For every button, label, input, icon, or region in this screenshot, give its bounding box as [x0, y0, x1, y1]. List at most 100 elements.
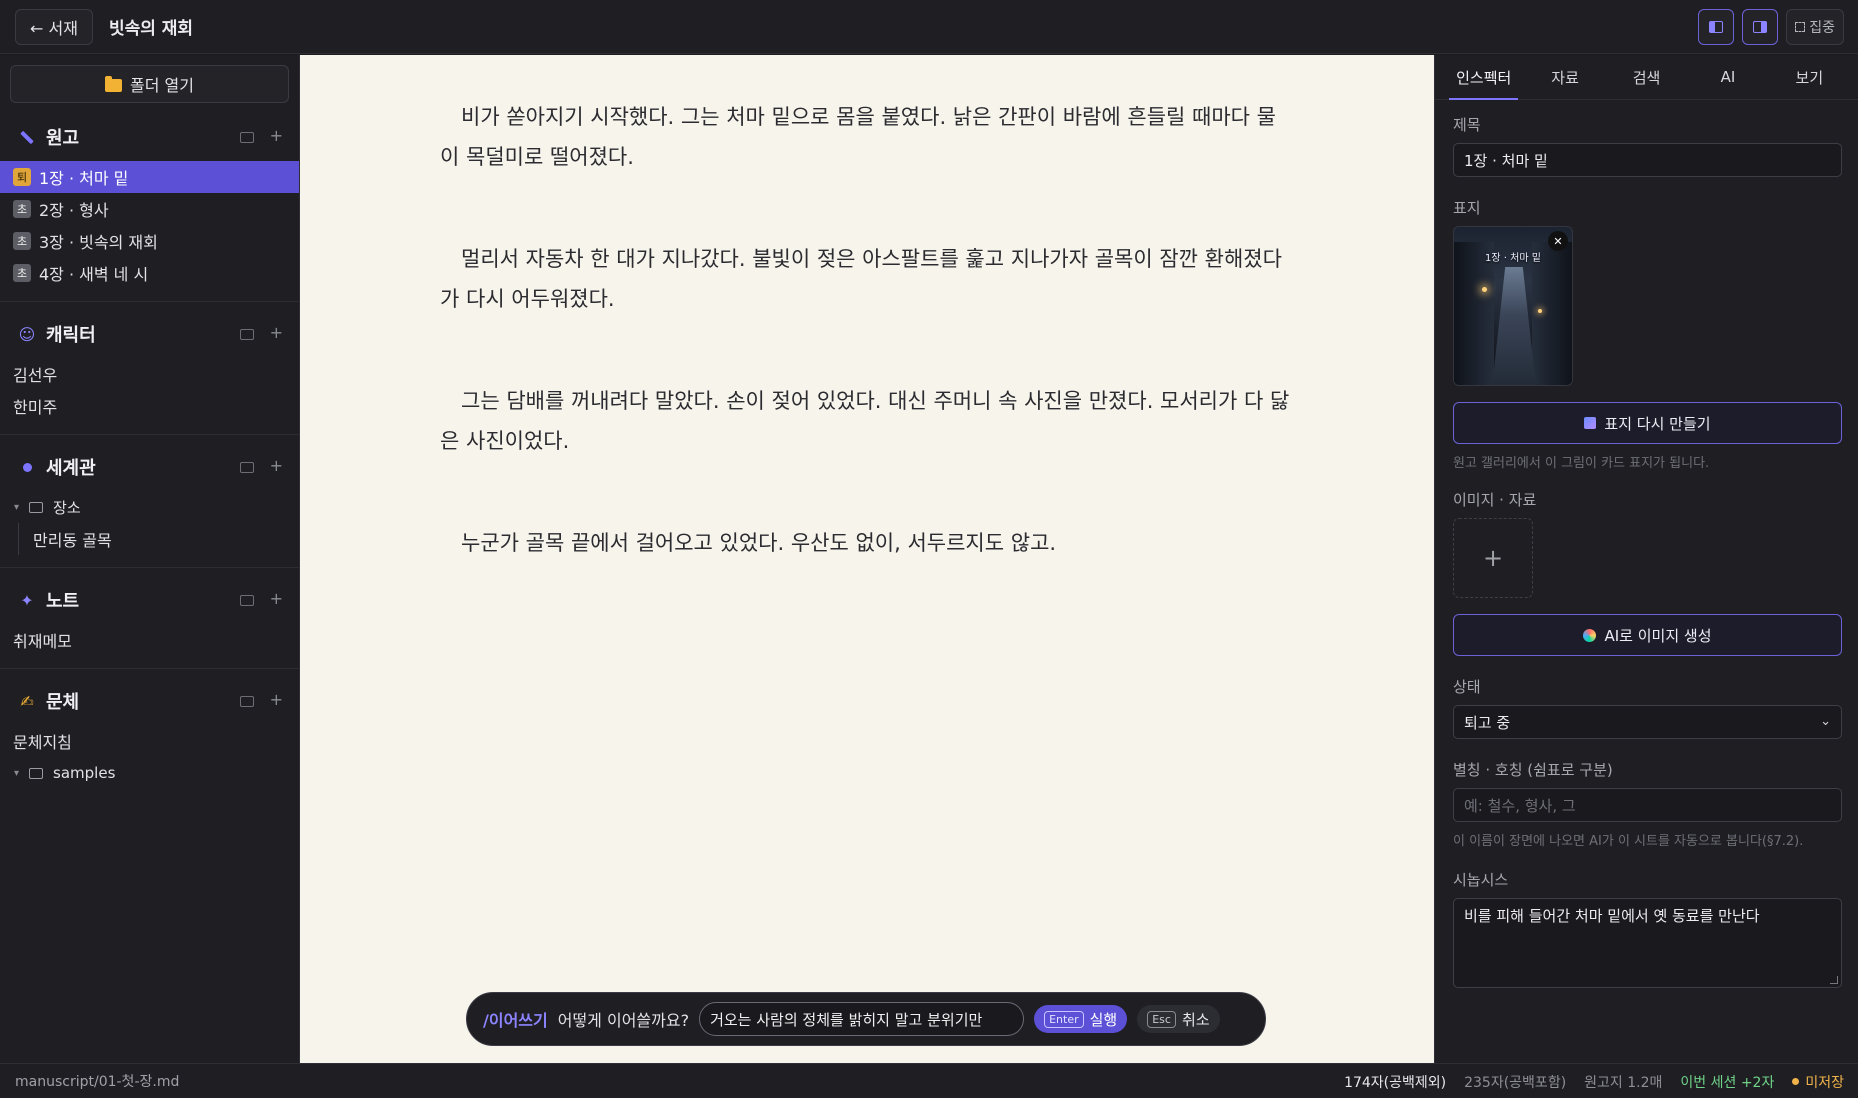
cover-caption: 1장 · 처마 밑 [1485, 253, 1541, 264]
slash-command: /이어쓰기 [483, 1011, 548, 1030]
paragraph[interactable]: 비가 쏟아지기 시작했다. 그는 처마 밑으로 몸을 붙였다. 낡은 간판이 바… [440, 97, 1295, 177]
new-folder-icon[interactable] [239, 132, 254, 143]
section-header-style[interactable]: ✍ 문체 + [0, 677, 299, 725]
manuscript-item[interactable]: 초 3장 · 빗속의 재회 [0, 225, 299, 257]
section-actions: + [239, 458, 283, 474]
section-header-notes[interactable]: ✦ 노트 + [0, 576, 299, 624]
toggle-left-panel-button[interactable] [1698, 9, 1735, 45]
cancel-button[interactable]: Esc 취소 [1137, 1005, 1220, 1033]
section-title: 캐릭터 [46, 325, 96, 346]
manuscript-item[interactable]: 퇴 1장 · 처마 밑 [0, 161, 299, 193]
add-item-icon[interactable]: + [270, 591, 283, 607]
character-item[interactable]: 김선우 [0, 358, 299, 390]
tab-view[interactable]: 보기 [1769, 55, 1850, 99]
unsaved-indicator: 미저장 [1792, 1072, 1844, 1092]
sparkle-icon: ✦ [20, 590, 34, 610]
focus-icon [1795, 22, 1806, 32]
world-item[interactable]: 만리동 골목 [18, 523, 299, 555]
new-folder-icon[interactable] [239, 462, 254, 473]
title-input[interactable]: 1장 · 처마 밑 [1453, 143, 1842, 177]
open-folder-label: 폴더 열기 [130, 76, 194, 95]
add-item-icon[interactable]: + [270, 325, 283, 341]
unsaved-label: 미저장 [1805, 1074, 1844, 1091]
synopsis-label: 시놉시스 [1453, 871, 1509, 889]
status-select[interactable]: 퇴고 중 ⌄ [1453, 705, 1842, 739]
dot-icon [16, 462, 38, 472]
section-title: 문체 [46, 692, 80, 713]
images-label: 이미지 · 자료 [1453, 491, 1537, 509]
section-header-characters[interactable]: ☺ 캐릭터 + [0, 310, 299, 358]
run-button[interactable]: Enter 실행 [1034, 1005, 1128, 1033]
toggle-right-panel-button[interactable] [1742, 9, 1779, 45]
manuscript-item-label: 1장 · 처마 밑 [39, 169, 129, 188]
paragraph[interactable]: 누군가 골목 끝에서 걸어오고 있었다. 우산도 없이, 서두르지도 않고. [440, 523, 1295, 563]
section-title: 세계관 [46, 458, 96, 479]
chevron-down-icon: ⌄ [1820, 714, 1831, 729]
section-header-world[interactable]: 세계관 + [0, 443, 299, 491]
status-badge: 초 [13, 200, 31, 218]
style-item[interactable]: 문체지침 [0, 725, 299, 757]
manuscript-text[interactable]: 비가 쏟아지기 시작했다. 그는 처마 밑으로 몸을 붙였다. 낡은 간판이 바… [440, 97, 1295, 625]
status-bar: manuscript/01-첫-장.md 174자(공백제외) 235자(공백포… [0, 1063, 1858, 1098]
close-icon[interactable]: ✕ [1548, 231, 1568, 251]
tab-search[interactable]: 검색 [1606, 55, 1687, 99]
open-folder-button[interactable]: 폴더 열기 [10, 65, 289, 103]
add-image-button[interactable]: + [1453, 518, 1533, 598]
synopsis-textarea[interactable]: 비를 피해 들어간 처마 밑에서 옛 동료를 만난다 [1453, 898, 1842, 988]
regenerate-cover-button[interactable]: 표지 다시 만들기 [1453, 402, 1842, 444]
tree-folder-label: samples [53, 764, 116, 782]
manuscript-item-label: 2장 · 형사 [39, 201, 109, 220]
character-item[interactable]: 한미주 [0, 390, 299, 422]
right-panel-icon [1753, 21, 1768, 33]
right-inspector: 인스펙터 자료 검색 AI 보기 제목 1장 · 처마 밑 표지 1장 · 처마… [1434, 55, 1858, 1063]
status-value: 퇴고 중 [1464, 713, 1511, 732]
char-count-no-space: 174자(공백제외) [1344, 1074, 1447, 1091]
new-folder-icon[interactable] [239, 696, 254, 707]
run-label: 실행 [1089, 1010, 1118, 1029]
synopsis-value: 비를 피해 들어간 처마 밑에서 옛 동료를 만난다 [1464, 907, 1760, 925]
section-header-manuscript[interactable]: 원고 + [0, 113, 299, 161]
char-count-with-space: 235자(공백포함) [1464, 1074, 1567, 1091]
status-badge: 퇴 [13, 168, 31, 186]
alias-label: 별칭 · 호칭 (쉼표로 구분) [1453, 761, 1613, 779]
manuscript-item[interactable]: 초 2장 · 형사 [0, 193, 299, 225]
tab-resources[interactable]: 자료 [1524, 55, 1605, 99]
tree-folder-samples[interactable]: ▾ samples [0, 757, 299, 789]
file-path: manuscript/01-첫-장.md [15, 1074, 180, 1090]
manuscript-item[interactable]: 초 4장 · 새벽 네 시 [0, 257, 299, 289]
title-label: 제목 [1453, 116, 1481, 134]
resize-grip-icon[interactable] [1830, 976, 1838, 984]
new-folder-icon[interactable] [239, 595, 254, 606]
tree-folder-places[interactable]: ▾ 장소 [0, 491, 299, 523]
caret-down-icon: ▾ [14, 501, 20, 513]
status-metrics: 174자(공백제외) 235자(공백포함) 원고지 1.2매 이번 세션 +2자… [1344, 1064, 1844, 1098]
continue-writing-command-bar: /이어쓰기 어떻게 이어쓸까요? 거오는 사람의 정체를 밝히지 말고 분위기만… [466, 992, 1266, 1046]
section-actions: + [239, 692, 283, 708]
editor-canvas[interactable]: 비가 쏟아지기 시작했다. 그는 처마 밑으로 몸을 붙였다. 낡은 간판이 바… [300, 55, 1434, 1063]
top-actions: 집중 [1698, 9, 1844, 45]
section-actions: + [239, 591, 283, 607]
alias-input[interactable]: 예: 철수, 형사, 그 [1453, 788, 1842, 822]
caret-down-icon: ▾ [14, 767, 20, 779]
ai-image-label: AI로 이미지 생성 [1604, 626, 1712, 645]
note-item[interactable]: 취재메모 [0, 624, 299, 656]
manuscript-item-label: 4장 · 새벽 네 시 [39, 265, 149, 284]
focus-mode-button[interactable]: 집중 [1786, 9, 1844, 45]
back-to-library-button[interactable]: ← 서재 [15, 8, 93, 45]
cover-hint: 원고 갤러리에서 이 그림이 카드 표지가 됩니다. [1453, 456, 1710, 471]
add-item-icon[interactable]: + [270, 692, 283, 708]
ai-image-generate-button[interactable]: AI로 이미지 생성 [1453, 614, 1842, 656]
cover-image[interactable]: 1장 · 처마 밑 ✕ [1453, 226, 1573, 386]
continue-prompt-input[interactable]: 거오는 사람의 정체를 밝히지 말고 분위기만 [699, 1002, 1025, 1036]
add-item-icon[interactable]: + [270, 458, 283, 474]
folder-outline-icon [29, 501, 44, 513]
enter-key-hint: Enter [1044, 1010, 1084, 1028]
cancel-label: 취소 [1181, 1010, 1210, 1029]
tab-ai[interactable]: AI [1687, 55, 1768, 99]
add-item-icon[interactable]: + [270, 128, 283, 144]
focus-label: 집중 [1809, 20, 1835, 36]
tab-inspector[interactable]: 인스펙터 [1443, 55, 1524, 100]
paragraph[interactable]: 그는 담배를 꺼내려다 말았다. 손이 젖어 있었다. 대신 주머니 속 사진을… [440, 381, 1295, 461]
paragraph[interactable]: 멀리서 자동차 한 대가 지나갔다. 불빛이 젖은 아스팔트를 훑고 지나가자 … [440, 239, 1295, 319]
new-folder-icon[interactable] [239, 329, 254, 340]
